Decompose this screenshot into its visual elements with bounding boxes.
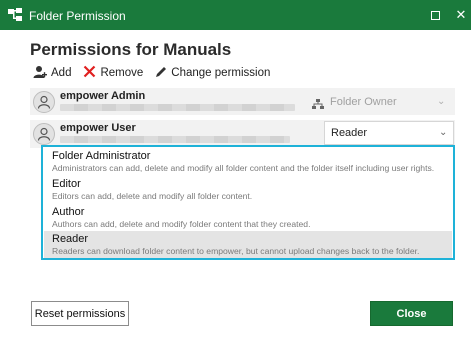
folder-permission-window: Folder Permission ✕ Permissions for Manu… xyxy=(0,0,471,341)
option-title: Author xyxy=(52,206,85,218)
add-label: Add xyxy=(51,67,72,79)
user-email-redacted xyxy=(60,104,295,111)
close-button[interactable]: Close xyxy=(370,301,453,326)
option-description: Administrators can add, delete and modif… xyxy=(52,163,435,173)
permission-select[interactable]: Reader ⌄ xyxy=(324,121,454,145)
user-name: empower Admin xyxy=(60,90,146,102)
option-title: Folder Administrator xyxy=(52,150,151,162)
chevron-down-icon: ⌄ xyxy=(439,127,448,138)
option-author[interactable]: Author Authors can add, delete and modif… xyxy=(44,204,452,231)
option-description: Editors can add, delete and modify all f… xyxy=(52,191,253,201)
user-email-redacted xyxy=(60,136,290,143)
remove-icon xyxy=(83,65,100,81)
avatar xyxy=(33,91,55,113)
toolbar: Add Remove Change permission xyxy=(33,64,282,82)
user-row-admin[interactable]: empower Admin Folder Owner ⌄ xyxy=(30,88,455,115)
title-bar: Folder Permission ✕ xyxy=(0,0,471,30)
user-name: empower User xyxy=(60,122,136,134)
page-title: Permissions for Manuals xyxy=(30,40,232,59)
change-permission-label: Change permission xyxy=(171,67,271,79)
reset-permissions-button[interactable]: Reset permissions xyxy=(31,301,129,326)
option-description: Authors can add, delete and modify folde… xyxy=(52,219,311,229)
add-button[interactable]: Add xyxy=(33,65,71,82)
option-description: Readers can download folder content to e… xyxy=(52,246,420,256)
window-title: Folder Permission xyxy=(29,9,126,23)
permission-select-value: Reader xyxy=(331,127,368,139)
close-icon[interactable]: ✕ xyxy=(446,0,471,30)
chevron-down-icon: ⌄ xyxy=(437,96,446,107)
permission-dropdown: Folder Administrator Administrators can … xyxy=(41,145,455,260)
option-folder-administrator[interactable]: Folder Administrator Administrators can … xyxy=(44,148,452,175)
remove-button[interactable]: Remove xyxy=(83,65,143,81)
option-title: Reader xyxy=(52,233,89,245)
add-user-icon xyxy=(33,65,51,82)
hierarchy-icon xyxy=(312,97,324,115)
pencil-icon xyxy=(155,66,171,81)
person-icon xyxy=(37,127,51,141)
tree-icon xyxy=(8,8,22,22)
avatar xyxy=(33,123,55,145)
option-reader[interactable]: Reader Readers can download folder conte… xyxy=(44,231,452,258)
role-label: Folder Owner xyxy=(330,96,397,108)
user-row-user[interactable]: empower User Reader ⌄ xyxy=(30,120,455,148)
option-editor[interactable]: Editor Editors can add, delete and modif… xyxy=(44,176,452,203)
person-icon xyxy=(37,95,51,109)
option-title: Editor xyxy=(52,178,81,190)
change-permission-button[interactable]: Change permission xyxy=(155,66,270,81)
remove-label: Remove xyxy=(100,67,144,79)
